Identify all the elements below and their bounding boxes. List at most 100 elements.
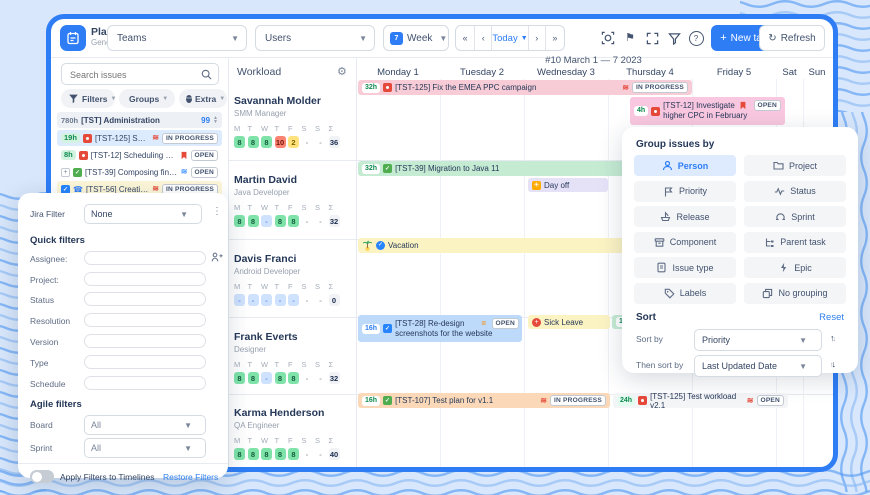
- sort-direction-icon[interactable]: ↑↓: [830, 333, 836, 343]
- flag-icon[interactable]: ⚑: [621, 28, 639, 46]
- workload-settings-gear-icon[interactable]: ⚙: [337, 65, 347, 78]
- then-sort-select[interactable]: Last Updated Date ▼: [694, 355, 822, 377]
- person-card[interactable]: Davis Franci Android Developer MTWTFSSΣ …: [234, 253, 352, 306]
- board-select[interactable]: All ▼: [84, 415, 206, 435]
- estimate-chip: 4h: [634, 106, 649, 116]
- group-header-row[interactable]: 780h [TST] Administration 99 ▲ ▼: [57, 112, 222, 128]
- person-card[interactable]: Martin David Java Developer MTWTFSSΣ 88-…: [234, 174, 352, 227]
- resolution-label: Resolution: [30, 316, 71, 326]
- search-input[interactable]: [68, 66, 192, 84]
- group-option-release[interactable]: Release: [634, 206, 736, 227]
- group-hours: 780h: [61, 115, 79, 125]
- day-header[interactable]: Tuesday 2: [440, 67, 524, 78]
- sort-arrows-icon[interactable]: ▲ ▼: [213, 115, 218, 125]
- quick-filters-title: Quick filters: [30, 235, 85, 246]
- scope-icon[interactable]: [599, 29, 617, 47]
- extra-button[interactable]: ⋯ Extra ▼: [179, 89, 227, 108]
- day-header[interactable]: Thursday 4: [608, 67, 692, 78]
- restore-filters-link[interactable]: Restore Filters: [163, 472, 218, 482]
- users-select[interactable]: Users ▼: [255, 25, 375, 51]
- group-option-epic[interactable]: Epic: [744, 257, 846, 278]
- filter-funnel-icon[interactable]: [665, 29, 683, 47]
- group-option-project[interactable]: Project: [744, 155, 846, 176]
- group-count: 99: [201, 115, 211, 125]
- type-label: Type: [30, 358, 49, 368]
- group-option-parent-task[interactable]: Parent task: [744, 231, 846, 253]
- status-badge: OPEN: [753, 100, 781, 111]
- workload-title: Workload: [237, 66, 282, 78]
- version-input[interactable]: [84, 334, 206, 348]
- groups-button[interactable]: Groups ▼: [119, 89, 175, 108]
- person-card[interactable]: Frank Everts Designer MTWTFSSΣ 8 8-8 8- -32: [234, 331, 352, 384]
- nav-prev-fast-button[interactable]: «: [456, 26, 474, 50]
- clipboard-icon: [67, 32, 79, 45]
- task-bar-tst125[interactable]: 32h [TST-125] Fix the EMEA PPC campaign …: [358, 80, 692, 95]
- resolution-input[interactable]: [84, 313, 206, 327]
- schedule-input[interactable]: [84, 376, 206, 390]
- fullscreen-icon[interactable]: [643, 29, 661, 47]
- teams-select[interactable]: Teams ▼: [107, 25, 247, 51]
- pulse-icon: [775, 186, 785, 196]
- sprint-icon: [776, 213, 786, 221]
- expand-plus-icon[interactable]: +: [61, 167, 70, 177]
- day-header[interactable]: Sun: [803, 67, 831, 78]
- group-option-sprint[interactable]: Sprint: [744, 206, 846, 227]
- priority-highest-icon: ≋: [746, 396, 754, 405]
- group-option-component[interactable]: Component: [634, 231, 736, 253]
- then-sort-direction-icon[interactable]: ↑↓: [830, 359, 836, 369]
- group-option-issue-type[interactable]: Issue type: [634, 257, 736, 278]
- task-row[interactable]: 8h [TST-12] Scheduling conference or ...…: [57, 147, 222, 163]
- day-off-bar[interactable]: ☀ Day off: [528, 178, 608, 192]
- sick-leave-bar[interactable]: + Sick Leave: [528, 315, 610, 329]
- filters-button[interactable]: Filters ▼: [61, 89, 116, 108]
- dots-vertical-icon[interactable]: ⋮: [212, 206, 222, 217]
- apply-filters-toggle[interactable]: [30, 470, 54, 483]
- person-add-icon[interactable]: [211, 251, 223, 263]
- task-row[interactable]: 19h [TST-125] Scheduling appoi... ≋ IN P…: [57, 130, 222, 146]
- person-name: Frank Everts: [234, 331, 298, 343]
- person-card[interactable]: Karma Henderson QA Engineer MTWTFSSΣ 888…: [234, 407, 352, 460]
- week-select-value: Week: [407, 32, 433, 44]
- task-bar-tst28[interactable]: 16h ✓ [TST-28] Re-design screenshots for…: [358, 315, 522, 342]
- task-bar-tst12[interactable]: 4h [TST-12] Investigate higher CPC in Fe…: [630, 97, 785, 125]
- group-by-panel: Group issues by Person Project Priority …: [622, 127, 858, 377]
- day-header[interactable]: Friday 5: [692, 67, 776, 78]
- group-option-no-grouping[interactable]: No grouping: [744, 282, 846, 304]
- chevron-down-icon: ▼: [439, 33, 448, 43]
- group-option-status[interactable]: Status: [744, 180, 846, 202]
- sort-by-select[interactable]: Priority ▼: [694, 329, 822, 351]
- status-input[interactable]: [84, 292, 206, 306]
- search-icon[interactable]: [201, 69, 212, 80]
- workload-total: 32: [328, 215, 340, 227]
- task-bar-tst107[interactable]: 16h ✓ [TST-107] Test plan for v1.1 ≋ IN …: [358, 393, 610, 408]
- task-icon: ✓: [383, 164, 393, 173]
- task-bar-tst125b[interactable]: 24h [TST-125] Test workload v2.1 ≋ OPEN: [613, 393, 788, 408]
- planner-app-icon[interactable]: [60, 25, 86, 51]
- priority-highest-icon: ≋: [540, 396, 547, 405]
- week-view-select[interactable]: 7 Week ▼: [383, 25, 449, 51]
- project-input[interactable]: [84, 272, 206, 286]
- jira-filter-select[interactable]: None ▼: [84, 204, 202, 224]
- sprint-select[interactable]: All ▼: [84, 438, 206, 458]
- sort-reset-link[interactable]: Reset: [819, 312, 844, 323]
- sort-title: Sort: [636, 312, 656, 323]
- person-card[interactable]: Savannah Molder SMM Manager MTWTFSSΣ 888…: [234, 95, 352, 148]
- day-header[interactable]: Sat: [776, 67, 803, 78]
- day-header[interactable]: Monday 1: [356, 67, 440, 78]
- today-button[interactable]: Today ▼: [492, 26, 527, 50]
- nav-next-fast-button[interactable]: »: [546, 26, 564, 50]
- group-option-labels[interactable]: Labels: [634, 282, 736, 304]
- help-icon[interactable]: ?: [687, 29, 705, 47]
- day-letters: MTWTFSSΣ: [234, 360, 334, 369]
- status-badge: OPEN: [190, 149, 218, 161]
- group-option-person[interactable]: Person: [634, 155, 736, 176]
- day-header[interactable]: Wednesday 3: [524, 67, 608, 78]
- type-input[interactable]: [84, 355, 206, 369]
- group-option-priority[interactable]: Priority: [634, 180, 736, 202]
- nav-prev-button[interactable]: ‹: [475, 26, 491, 50]
- assignee-input[interactable]: [84, 251, 206, 265]
- nav-next-button[interactable]: ›: [529, 26, 545, 50]
- refresh-button[interactable]: ↻ Refresh: [759, 25, 825, 51]
- chevron-down-icon: ▼: [180, 209, 188, 219]
- task-row[interactable]: + ✓ [TST-39] Composing financial reports…: [57, 164, 222, 180]
